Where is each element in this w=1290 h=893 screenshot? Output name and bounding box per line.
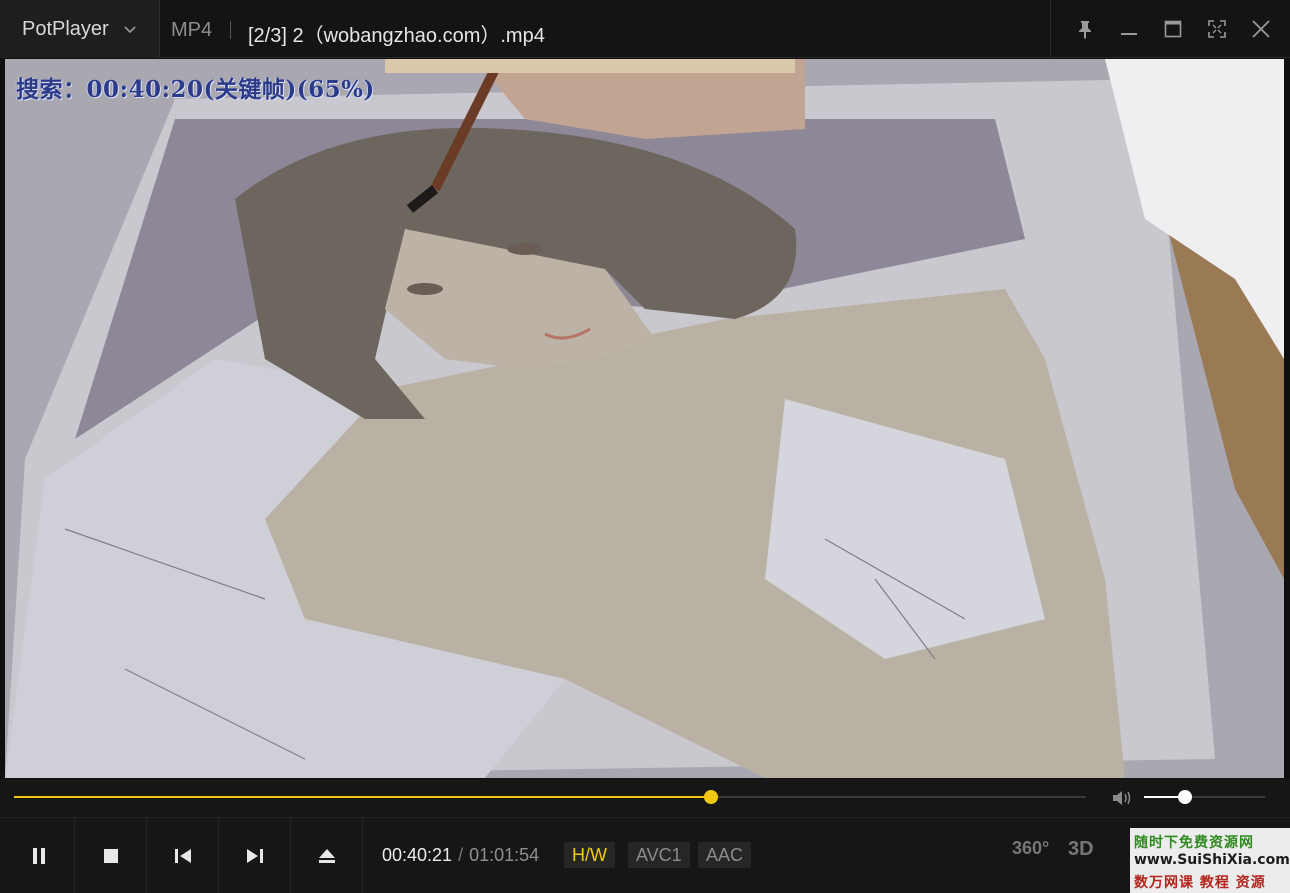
title-separator — [230, 21, 231, 39]
watermark: 随时下免费资源网 www.SuiShiXia.com 数万网课 教程 资源 — [1130, 828, 1290, 893]
volume-handle[interactable] — [1178, 790, 1193, 804]
eject-button[interactable] — [291, 818, 363, 893]
seek-bar-area — [0, 779, 1290, 817]
pause-icon — [32, 847, 45, 864]
volume-icon[interactable] — [1110, 787, 1134, 809]
window-controls — [1050, 0, 1290, 58]
control-bar: 00:40:21/01:01:54 H/W AVC1 AAC 360° 3D — [0, 817, 1290, 893]
seek-handle[interactable] — [703, 790, 718, 804]
vr-360-button[interactable]: 360° — [1012, 838, 1049, 859]
video-codec-badge[interactable]: AVC1 — [628, 842, 690, 868]
watermark-line3: 数万网课 教程 资源 — [1134, 875, 1266, 891]
osd-seek-message: 搜索：00:40:20(关键帧)(65%) — [16, 76, 375, 103]
3d-button[interactable]: 3D — [1068, 838, 1094, 861]
volume-slider[interactable] — [1144, 790, 1265, 804]
previous-icon — [174, 848, 191, 863]
next-button[interactable] — [219, 818, 291, 893]
current-time: 00:40:21 — [382, 845, 453, 865]
duration: 01:01:54 — [469, 845, 540, 865]
fullscreen-icon[interactable] — [1206, 18, 1228, 40]
close-icon[interactable] — [1250, 18, 1272, 40]
watermark-line2: www.SuiShiXia.com — [1134, 852, 1290, 868]
seek-progress-fill — [14, 796, 711, 798]
time-separator: / — [458, 845, 464, 865]
maximize-icon[interactable] — [1162, 18, 1184, 40]
app-name: PotPlayer — [22, 17, 109, 40]
video-picture — [5, 59, 1284, 778]
file-title: [2/3] 2（wobangzhao.com）.mp4 — [248, 25, 545, 47]
stop-button[interactable] — [75, 818, 147, 893]
video-frame[interactable]: 搜索：00:40:20(关键帧)(65%) — [5, 59, 1284, 778]
title-bar: PotPlayer MP4 [2/3] 2（wobangzhao.com）.mp… — [0, 0, 1290, 58]
pause-button[interactable] — [3, 818, 75, 893]
pin-icon[interactable] — [1074, 18, 1096, 40]
eject-icon — [318, 848, 335, 863]
time-display: 00:40:21/01:01:54 — [382, 845, 539, 866]
watermark-line1: 随时下免费资源网 — [1134, 835, 1254, 851]
next-icon — [246, 848, 263, 863]
stop-icon — [103, 848, 118, 863]
previous-button[interactable] — [147, 818, 219, 893]
hw-decoder-badge[interactable]: H/W — [564, 842, 615, 868]
minimize-icon[interactable] — [1118, 18, 1140, 40]
seek-slider[interactable] — [14, 790, 1086, 804]
format-label: MP4 — [171, 19, 213, 41]
app-menu-button[interactable]: PotPlayer — [0, 0, 160, 58]
audio-codec-badge[interactable]: AAC — [698, 842, 752, 868]
chevron-down-icon — [124, 26, 136, 34]
